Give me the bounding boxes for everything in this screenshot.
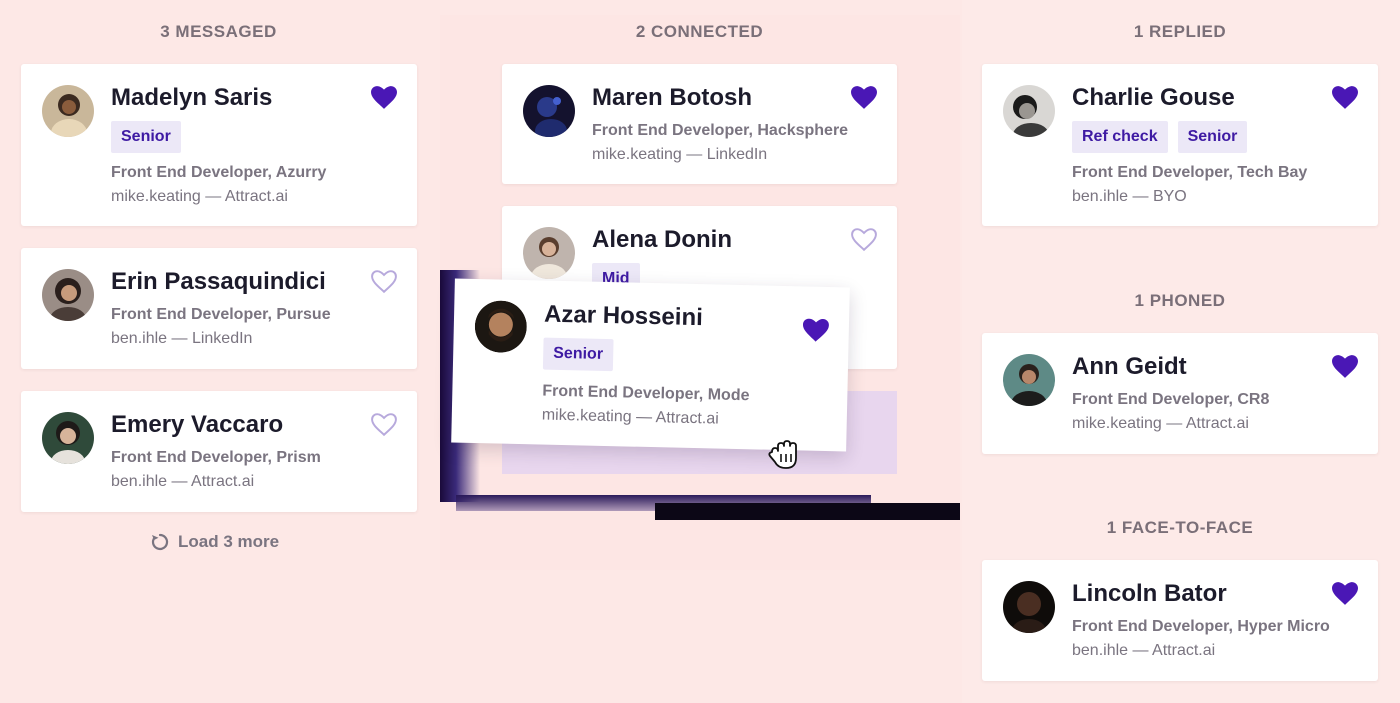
candidate-role: Front End Developer, Hyper Micro	[1072, 618, 1330, 635]
candidate-name: Ann Geidt	[1072, 353, 1187, 380]
avatar	[42, 412, 94, 464]
heart-outline-icon[interactable]	[851, 228, 877, 252]
avatar	[1003, 581, 1055, 633]
tag-list: Senior	[111, 121, 181, 153]
avatar	[523, 85, 575, 137]
avatar	[1003, 85, 1055, 137]
candidate-source: mike.keating — Attract.ai	[111, 188, 288, 205]
heart-filled-icon[interactable]	[851, 86, 877, 110]
candidate-source: ben.ihle — Attract.ai	[111, 473, 255, 490]
candidate-role: Front End Developer, Mode	[542, 382, 750, 405]
heart-filled-icon[interactable]	[802, 318, 830, 343]
avatar	[42, 269, 94, 321]
column-title-messaged: 3 MESSAGED	[160, 22, 277, 41]
load-more-button[interactable]: Load 3 more	[150, 532, 279, 552]
candidate-name: Azar Hosseini	[543, 300, 704, 332]
heart-filled-icon[interactable]	[371, 86, 397, 110]
candidate-role: Front End Developer, Pursue	[111, 306, 331, 323]
drag-shadow-bottom-right	[655, 503, 960, 520]
candidate-source: ben.ihle — Attract.ai	[1072, 642, 1216, 659]
avatar	[1003, 354, 1055, 406]
heart-filled-icon[interactable]	[1332, 582, 1358, 606]
candidate-source: ben.ihle — BYO	[1072, 188, 1187, 205]
avatar	[42, 85, 94, 137]
tag-list: Ref check Senior	[1072, 121, 1248, 153]
candidate-name: Charlie Gouse	[1072, 84, 1235, 111]
candidate-name: Emery Vaccaro	[111, 411, 284, 438]
candidate-name: Alena Donin	[592, 226, 733, 253]
refresh-icon	[151, 533, 169, 551]
candidate-name: Madelyn Saris	[111, 84, 273, 111]
candidate-source: mike.keating — Attract.ai	[541, 406, 719, 428]
seniority-tag: Senior	[1177, 121, 1248, 153]
candidate-name: Maren Botosh	[592, 84, 753, 111]
tag-list: Senior	[542, 337, 614, 372]
candidate-role: Front End Developer, Hacksphere	[592, 122, 849, 139]
candidate-role: Front End Developer, Prism	[111, 449, 321, 466]
column-title-replied: 1 REPLIED	[1133, 22, 1227, 41]
load-more-label: Load 3 more	[178, 532, 280, 551]
candidate-role: Front End Developer, Azurry	[111, 164, 327, 181]
candidate-card-ann-geidt[interactable]: Ann Geidt Front End Developer, CR8 mike.…	[982, 333, 1378, 454]
ref-check-tag: Ref check	[1072, 121, 1168, 153]
candidate-source: mike.keating — Attract.ai	[1072, 415, 1249, 432]
column-title-face-to-face: 1 FACE-TO-FACE	[1106, 518, 1254, 537]
candidate-name: Erin Passaquindici	[111, 268, 326, 295]
candidate-card-maren-botosh[interactable]: Maren Botosh Front End Developer, Hacksp…	[502, 64, 897, 184]
heart-outline-icon[interactable]	[371, 413, 397, 437]
dragged-candidate-card-azar-hosseini[interactable]: Azar Hosseini Senior Front End Developer…	[451, 278, 850, 452]
seniority-tag: Senior	[542, 337, 614, 372]
candidate-role: Front End Developer, CR8	[1072, 391, 1270, 408]
candidate-card-emery-vaccaro[interactable]: Emery Vaccaro Front End Developer, Prism…	[21, 391, 417, 512]
candidate-card-madelyn-saris[interactable]: Madelyn Saris Senior Front End Developer…	[21, 64, 417, 226]
candidate-role: Front End Developer, Tech Bay	[1072, 164, 1308, 181]
candidate-source: mike.keating — LinkedIn	[592, 146, 768, 163]
avatar	[474, 300, 528, 354]
heart-outline-icon[interactable]	[371, 270, 397, 294]
heart-filled-icon[interactable]	[1332, 86, 1358, 110]
seniority-tag: Senior	[111, 121, 181, 153]
avatar	[523, 227, 575, 279]
candidate-card-erin-passaquindici[interactable]: Erin Passaquindici Front End Developer, …	[21, 248, 417, 369]
candidate-source: ben.ihle — LinkedIn	[111, 330, 253, 347]
grab-hand-icon	[768, 440, 797, 469]
heart-filled-icon[interactable]	[1332, 355, 1358, 379]
column-title-phoned: 1 PHONED	[1134, 291, 1226, 310]
candidate-card-lincoln-bator[interactable]: Lincoln Bator Front End Developer, Hyper…	[982, 560, 1378, 681]
candidate-card-charlie-gouse[interactable]: Charlie Gouse Ref check Senior Front End…	[982, 64, 1378, 226]
column-title-connected: 2 CONNECTED	[635, 22, 764, 41]
candidate-name: Lincoln Bator	[1072, 580, 1227, 607]
